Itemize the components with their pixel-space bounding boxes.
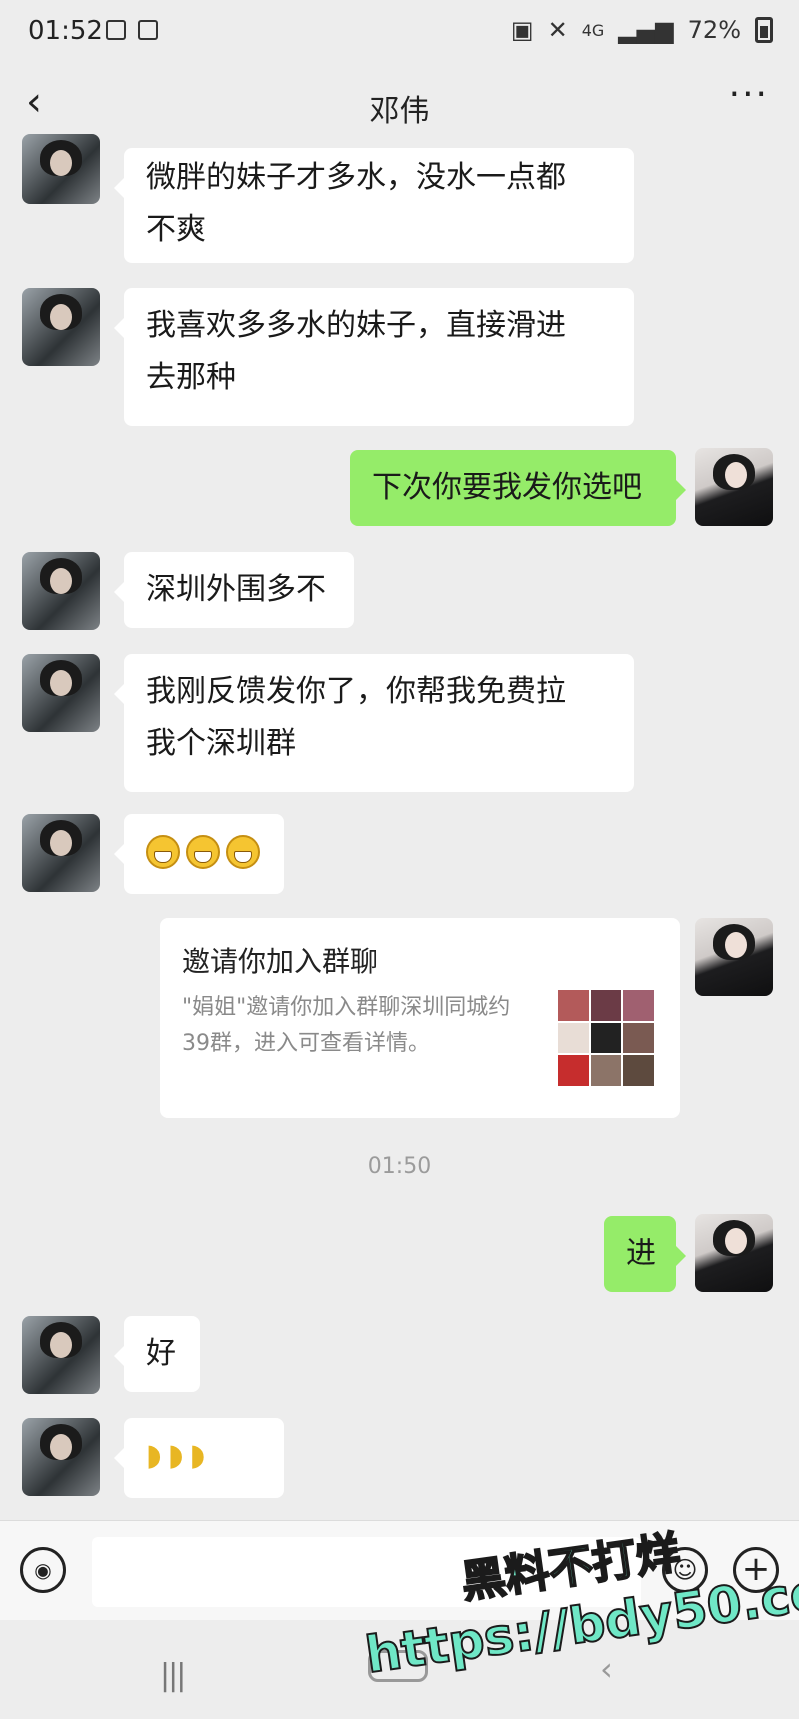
message-bubble-self[interactable]: 下次你要我发你选吧: [350, 450, 686, 526]
group-member-thumb: [558, 1022, 589, 1054]
banana-icon: ◗: [167, 1438, 184, 1473]
grinning-face-icon: [186, 835, 220, 869]
message-text: 进: [626, 1236, 656, 1271]
contact-avatar[interactable]: [22, 654, 100, 732]
contact-avatar[interactable]: [22, 552, 100, 630]
self-avatar[interactable]: [695, 448, 773, 526]
more-dots-icon[interactable]: ···: [729, 74, 769, 115]
emoji-row: [146, 826, 262, 878]
message-bubble-self[interactable]: 进: [604, 1216, 686, 1292]
battery-label: 72%: [687, 16, 741, 44]
signal-icon: ▂▄▆: [618, 16, 674, 44]
message-line: 我个深圳群: [146, 726, 296, 761]
message-text: 下次你要我发你选吧: [372, 470, 642, 505]
group-member-thumb: [558, 1055, 589, 1086]
message-bubble[interactable]: ◗ ◗ ◗: [114, 1418, 284, 1498]
voice-icon[interactable]: ◉: [20, 1547, 66, 1593]
back-icon[interactable]: ‹: [600, 1650, 613, 1688]
message-line: 我喜欢多多水的妹子，直接滑进: [146, 308, 566, 343]
battery-icon: [755, 17, 773, 43]
check-icon: [138, 20, 158, 40]
message-line: 不爽: [146, 212, 206, 247]
chat-header: ‹ 邓伟 ···: [0, 62, 799, 148]
grinning-face-icon: [226, 835, 260, 869]
emoji-row: ◗ ◗ ◗: [146, 1430, 262, 1482]
group-member-thumb: [590, 990, 622, 1021]
invite-card-description: "娟姐"邀请你加入群聊深圳同城约39群，进入可查看详情。: [182, 995, 511, 1056]
contact-avatar[interactable]: [22, 1418, 100, 1496]
group-member-thumb: [590, 1022, 622, 1054]
network-label: 4G: [581, 20, 605, 40]
banana-icon: ◗: [189, 1438, 206, 1473]
contact-avatar[interactable]: [22, 134, 100, 204]
lock-icon: ▣: [510, 16, 534, 44]
recents-icon[interactable]: |||: [160, 1658, 186, 1693]
status-time: 01:52: [28, 16, 103, 46]
chat-timestamp: 01:50: [367, 1154, 432, 1179]
self-avatar[interactable]: [695, 918, 773, 996]
status-bar: 01:52 ▣ ✕ 4G ▂▄▆ 72%: [0, 0, 799, 62]
contact-avatar[interactable]: [22, 814, 100, 892]
banana-icon: ◗: [146, 1438, 162, 1473]
mute-icon: ✕: [547, 16, 568, 44]
self-avatar[interactable]: [695, 1214, 773, 1292]
message-bubble[interactable]: 微胖的妹子才多水，没水一点都 不爽: [114, 148, 634, 263]
group-invite-card[interactable]: 邀请你加入群聊 "娟姐"邀请你加入群聊深圳同城约39群，进入可查看详情。: [160, 918, 680, 1118]
message-text: 好: [146, 1336, 176, 1371]
message-bubble[interactable]: 深圳外围多不: [114, 552, 354, 628]
message-bubble[interactable]: 好: [114, 1316, 200, 1392]
message-bubble[interactable]: 我刚反馈发你了，你帮我免费拉 我个深圳群: [114, 654, 634, 792]
message-line: 我刚反馈发你了，你帮我免费拉: [146, 674, 566, 709]
status-right: ▣ ✕ 4G ▂▄▆ 72%: [511, 16, 773, 44]
group-member-thumb: [623, 1022, 654, 1054]
contact-avatar[interactable]: [22, 1316, 100, 1394]
message-text: 深圳外围多不: [146, 572, 326, 607]
message-bubble[interactable]: 我喜欢多多水的妹子，直接滑进 去那种: [114, 288, 634, 426]
message-line: 微胖的妹子才多水，没水一点都: [146, 160, 566, 195]
chat-title: 邓伟: [369, 94, 430, 129]
group-avatar-grid: [558, 990, 654, 1086]
contact-avatar[interactable]: [22, 288, 100, 366]
gallery-icon: [106, 20, 126, 40]
message-bubble[interactable]: [114, 814, 284, 894]
invite-card-title: 邀请你加入群聊: [182, 945, 379, 978]
grinning-face-icon: [146, 835, 180, 869]
group-member-thumb: [558, 990, 589, 1021]
message-line: 去那种: [146, 360, 236, 395]
group-member-thumb: [590, 1055, 622, 1086]
group-member-thumb: [623, 990, 654, 1021]
group-member-thumb: [623, 1055, 654, 1086]
